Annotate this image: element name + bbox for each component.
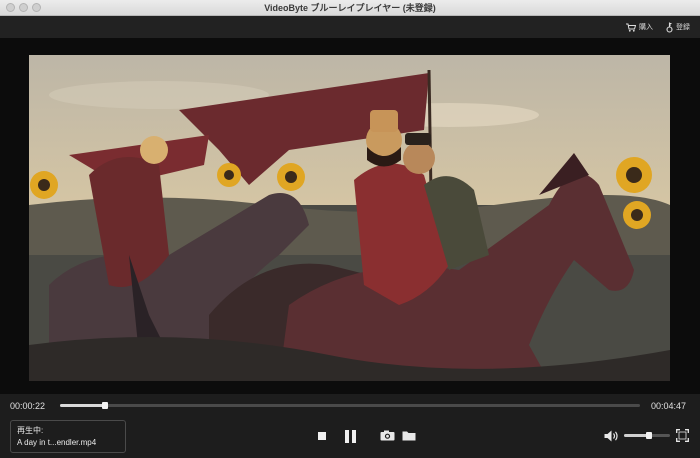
video-frame-image bbox=[29, 55, 670, 381]
register-label: 登録 bbox=[676, 24, 690, 31]
stop-button[interactable] bbox=[316, 430, 328, 442]
progress-fill bbox=[60, 404, 105, 407]
stop-icon bbox=[318, 432, 326, 440]
top-toolbar: 購入 登録 bbox=[0, 16, 700, 38]
now-playing-box: 再生中: A day in t...endler.mp4 bbox=[10, 420, 126, 453]
progress-slider[interactable] bbox=[60, 402, 640, 409]
key-icon bbox=[666, 22, 673, 33]
volume-slider[interactable] bbox=[624, 432, 670, 439]
fullscreen-button[interactable] bbox=[675, 428, 689, 442]
window-title: VideoByte ブルーレイプレイヤー (未登録) bbox=[264, 3, 436, 13]
now-playing-filename: A day in t...endler.mp4 bbox=[17, 438, 97, 447]
pause-icon bbox=[344, 429, 356, 443]
register-button[interactable]: 登録 bbox=[666, 21, 690, 33]
snapshot-button[interactable] bbox=[379, 429, 395, 442]
purchase-label: 購入 bbox=[639, 24, 653, 31]
now-playing-label: 再生中: bbox=[17, 426, 44, 435]
folder-icon bbox=[402, 431, 416, 441]
volume-button[interactable] bbox=[603, 429, 619, 442]
video-frame[interactable] bbox=[29, 55, 670, 381]
total-time: 00:04:47 bbox=[651, 401, 687, 411]
progress-thumb[interactable] bbox=[101, 402, 108, 409]
purchase-button[interactable]: 購入 bbox=[626, 21, 653, 33]
cart-icon bbox=[626, 23, 636, 32]
camera-icon bbox=[380, 430, 394, 441]
current-time: 00:00:22 bbox=[10, 401, 46, 411]
pause-button[interactable] bbox=[343, 428, 357, 444]
timeline-bar: 00:00:22 00:04:47 bbox=[0, 394, 700, 416]
control-bar: 再生中: A day in t...endler.mp4 bbox=[0, 416, 700, 458]
open-folder-button[interactable] bbox=[401, 429, 417, 442]
video-area[interactable] bbox=[0, 38, 700, 394]
volume-thumb[interactable] bbox=[646, 432, 653, 439]
speaker-icon bbox=[604, 430, 618, 441]
window-titlebar: VideoByte ブルーレイプレイヤー (未登録) bbox=[0, 0, 700, 16]
fullscreen-icon bbox=[675, 428, 689, 442]
